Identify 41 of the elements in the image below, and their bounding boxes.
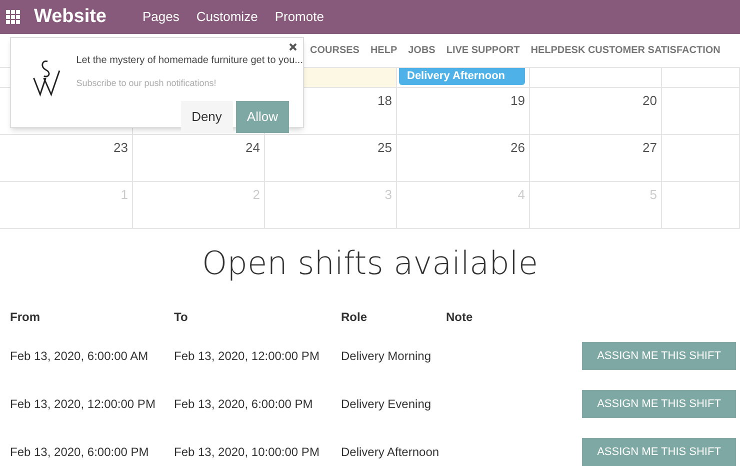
day-number: 19 (510, 92, 525, 110)
table-cell-text: Feb 13, 2020, 12:00:00 PM (174, 348, 320, 365)
notification-subtitle: Subscribe to our push notifications! (76, 77, 218, 90)
table-cell-text: Feb 13, 2020, 10:00:00 PM (174, 444, 320, 461)
day-number: 23 (114, 139, 128, 157)
table-cell-text: Feb 13, 2020, 6:00:00 PM (174, 396, 314, 413)
day-number: 27 (642, 139, 657, 157)
table-cell-text: Delivery Morning (341, 348, 432, 365)
nav-link[interactable]: JOBS (408, 43, 436, 58)
column-header: Role (341, 309, 368, 326)
table-cell-text: Feb 13, 2020, 6:00:00 AM (10, 348, 150, 365)
section-heading: Open shifts available (200, 243, 539, 283)
nav-link[interactable]: HELP (370, 43, 398, 58)
close-icon[interactable] (289, 43, 297, 51)
table-cell-text: Delivery Evening (341, 396, 432, 413)
assign-shift-button[interactable]: ASSIGN ME THIS SHIFT (582, 342, 736, 370)
notification-message: Let the mystery of homemade furniture get to you... (76, 54, 303, 68)
nav-link[interactable]: LIVE SUPPORT (446, 43, 520, 58)
table-cell-text: Feb 13, 2020, 12:00:00 PM (10, 396, 156, 413)
assign-shift-button[interactable]: ASSIGN ME THIS SHIFT (582, 438, 736, 466)
deny-button[interactable]: Deny (180, 100, 233, 132)
calendar-event[interactable]: Delivery Afternoon (399, 68, 525, 85)
day-number: 20 (642, 92, 657, 110)
assign-shift-button[interactable]: ASSIGN ME THIS SHIFT (582, 390, 736, 418)
day-number: 18 (378, 92, 392, 110)
day-number: 25 (378, 139, 392, 157)
day-number: 26 (510, 139, 525, 157)
column-header: To (174, 309, 189, 326)
column-header: From (10, 309, 41, 326)
top-menu-item[interactable]: Pages (142, 7, 180, 27)
column-header: Note (446, 309, 474, 326)
table-cell-text: Feb 13, 2020, 6:00:00 PM (10, 444, 150, 461)
table-cell-text: Delivery Afternoon (341, 444, 440, 461)
allow-button[interactable]: Allow (236, 100, 289, 132)
nav-link[interactable]: HELPDESK CUSTOMER SATISFACTION (530, 43, 720, 58)
top-menu-item[interactable]: Customize (196, 7, 258, 27)
day-number: 24 (246, 139, 260, 157)
apps-grid-icon[interactable] (6, 10, 20, 24)
top-menu-item[interactable]: Promote (274, 7, 324, 27)
nav-link[interactable]: COURSES (310, 43, 360, 58)
app-name[interactable]: Website (34, 2, 107, 32)
